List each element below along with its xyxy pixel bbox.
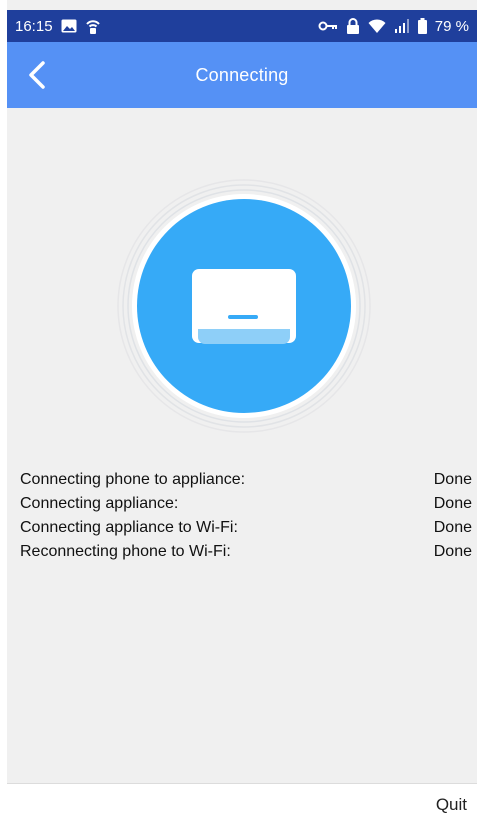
step-status: Done [433, 519, 472, 536]
air-conditioner-icon [192, 269, 296, 344]
vpn-key-icon [318, 21, 338, 31]
step-row: Connecting appliance: Done [20, 492, 472, 516]
status-right: 79 % [318, 18, 469, 35]
step-label: Connecting appliance to Wi-Fi: [20, 519, 238, 536]
quit-button[interactable]: Quit [436, 790, 467, 820]
battery-percent: 79 % [434, 17, 469, 35]
signal-icon [394, 18, 410, 34]
battery-icon [417, 18, 427, 34]
status-bar: 16:15 79 % [7, 10, 477, 42]
step-status: Done [433, 471, 472, 488]
step-label: Reconnecting phone to Wi-Fi: [20, 543, 231, 560]
step-status: Done [433, 543, 472, 560]
status-time: 16:15 [15, 17, 53, 35]
lock-icon [346, 18, 360, 34]
chevron-left-icon [27, 60, 47, 90]
appliance-illustration [116, 178, 372, 434]
wifi-icon [368, 18, 386, 34]
step-status: Done [433, 495, 472, 512]
step-row: Reconnecting phone to Wi-Fi: Done [20, 540, 472, 564]
step-label: Connecting appliance: [20, 495, 179, 512]
app-bar: Connecting [7, 42, 477, 108]
image-icon [61, 19, 77, 33]
page-title: Connecting [195, 64, 289, 85]
back-button[interactable] [15, 53, 59, 97]
step-row: Connecting appliance to Wi-Fi: Done [20, 516, 472, 540]
connection-steps: Connecting phone to appliance: Done Conn… [20, 468, 472, 564]
bottom-bar: Quit [7, 783, 477, 831]
wifi-hotspot-icon [85, 17, 101, 35]
step-label: Connecting phone to appliance: [20, 471, 246, 488]
app-screen: 16:15 79 % Connecting Connecting phone t… [7, 0, 477, 831]
status-left: 16:15 [15, 17, 101, 35]
step-row: Connecting phone to appliance: Done [20, 468, 472, 492]
